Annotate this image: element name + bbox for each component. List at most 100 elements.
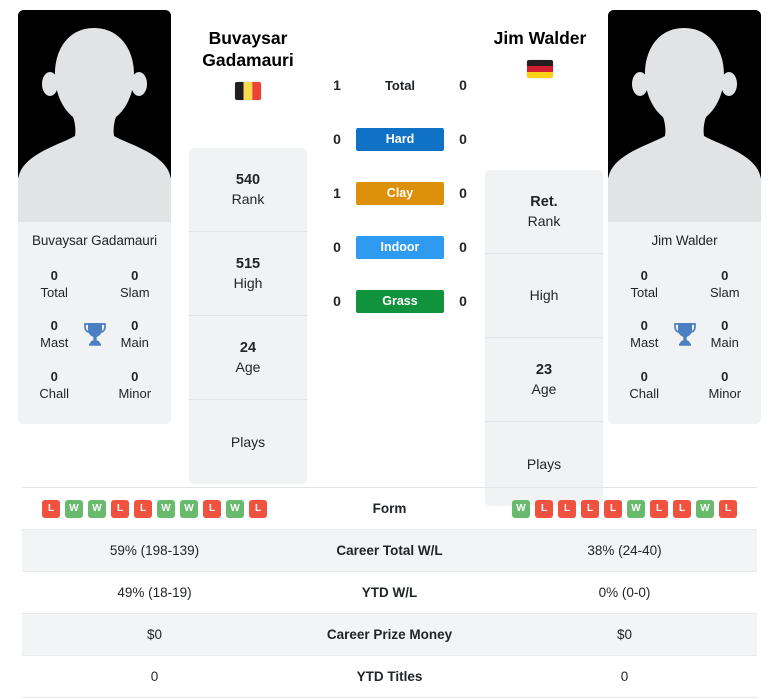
titles-row: 0 Mast 0 Main bbox=[608, 309, 761, 359]
trophy-icon bbox=[670, 322, 698, 347]
table-row-ytd-wl: 49% (18-19) YTD W/L 0% (0-0) bbox=[22, 572, 757, 614]
surface-pill-grass[interactable]: Grass bbox=[356, 289, 444, 313]
info-value: Ret. bbox=[530, 193, 558, 210]
surface-pill-indoor[interactable]: Indoor bbox=[356, 235, 444, 259]
row-label: Career Prize Money bbox=[326, 627, 453, 642]
player-last-name-left: Gadamauri bbox=[202, 49, 294, 70]
stat-value: 0 bbox=[640, 368, 648, 384]
stat-total-left: 0 Total bbox=[28, 267, 80, 301]
stat-minor-left: 0 Minor bbox=[109, 368, 161, 402]
stat-slam-left: 0 Slam bbox=[109, 267, 161, 301]
head-to-head-column: 1 Total 0 0 Hard 0 1 Clay 0 0 Indoor 0 0… bbox=[320, 58, 480, 328]
player-name-right: Jim Walder bbox=[608, 222, 761, 259]
player-header-right: Jim Walder bbox=[460, 28, 620, 78]
belgium-flag-icon bbox=[235, 81, 261, 100]
h2h-score-right: 0 bbox=[459, 185, 467, 201]
avatar-left bbox=[18, 10, 171, 222]
h2h-score-right: 0 bbox=[459, 293, 467, 309]
player-card-left[interactable]: Buvaysar Gadamauri 0 Total 0 Slam 0 Mast bbox=[18, 10, 171, 424]
info-age-right: 23 Age bbox=[485, 338, 603, 422]
h2h-score-right: 0 bbox=[459, 239, 467, 255]
info-age-left: 24 Age bbox=[189, 316, 307, 400]
row-value-right: 38% (24-40) bbox=[587, 543, 662, 558]
comparison-table: LWWLLWWLWL Form WLLLLWLLWL 59% (198-139)… bbox=[22, 487, 757, 698]
stat-main-left: 0 Main bbox=[109, 317, 161, 351]
player-header-name-right[interactable]: Jim Walder bbox=[460, 28, 620, 50]
form-badge-win: W bbox=[88, 499, 106, 518]
form-badge-loss: L bbox=[650, 499, 668, 518]
info-high-left: 515 High bbox=[189, 232, 307, 316]
row-label: Career Total W/L bbox=[336, 543, 443, 558]
player-comparison-area: Buvaysar Gadamauri 0 Total 0 Slam 0 Mast bbox=[0, 0, 779, 506]
surface-pill-clay[interactable]: Clay bbox=[356, 181, 444, 205]
row-label: Form bbox=[372, 501, 407, 516]
stat-mast-left: 0 Mast bbox=[28, 317, 80, 351]
form-badge-win: W bbox=[627, 499, 645, 518]
titles-grid-left: 0 Total 0 Slam 0 Mast 0 Main 0 Chall 0 M… bbox=[18, 259, 171, 424]
row-value-right: 0 bbox=[620, 669, 629, 684]
h2h-score-right: 0 bbox=[459, 131, 467, 147]
stat-value: 0 bbox=[721, 268, 729, 283]
stat-label: Slam bbox=[119, 285, 150, 301]
table-row-form: LWWLLWWLWL Form WLLLLWLLWL bbox=[22, 488, 757, 530]
surface-pill-hard[interactable]: Hard bbox=[356, 127, 444, 151]
stat-label: Main bbox=[120, 335, 149, 351]
info-column-right: Ret. Rank High 23 Age Plays bbox=[485, 170, 603, 506]
form-badge-win: W bbox=[226, 499, 244, 518]
form-badge-loss: L bbox=[604, 499, 622, 518]
info-rank-left: 540 Rank bbox=[189, 148, 307, 232]
form-badge-win: W bbox=[512, 499, 530, 518]
h2h-score-left: 1 bbox=[333, 77, 341, 93]
player-header-left: Buvaysar Gadamauri bbox=[168, 28, 328, 100]
h2h-score-left: 0 bbox=[333, 293, 341, 309]
row-value-left: 0 bbox=[150, 669, 159, 684]
info-label: Plays bbox=[230, 433, 266, 450]
row-label: YTD W/L bbox=[361, 585, 418, 600]
stat-value: 0 bbox=[50, 268, 58, 283]
h2h-score-left: 0 bbox=[333, 131, 341, 147]
avatar-right bbox=[608, 10, 761, 222]
titles-row: 0 Total 0 Slam bbox=[608, 259, 761, 309]
player-card-right[interactable]: Jim Walder 0 Total 0 Slam 0 Mast 0 Main … bbox=[608, 10, 761, 424]
form-badge-win: W bbox=[696, 499, 714, 518]
stat-value: 0 bbox=[640, 268, 648, 283]
stat-chall-right: 0 Chall bbox=[618, 368, 670, 402]
form-badges-right: WLLLLWLLWL bbox=[492, 499, 757, 518]
titles-row: 0 Chall 0 Minor bbox=[608, 360, 761, 410]
info-label: High bbox=[529, 287, 559, 304]
info-label: Rank bbox=[231, 190, 265, 207]
form-badges-left: LWWLLWWLWL bbox=[22, 499, 287, 518]
form-badge-loss: L bbox=[558, 499, 576, 518]
form-badge-loss: L bbox=[134, 499, 152, 518]
form-badge-loss: L bbox=[203, 499, 221, 518]
stat-label: Minor bbox=[708, 385, 742, 401]
stat-minor-right: 0 Minor bbox=[699, 368, 751, 402]
player-header-name-left[interactable]: Buvaysar Gadamauri bbox=[168, 28, 328, 72]
form-badge-loss: L bbox=[535, 499, 553, 518]
info-value: 23 bbox=[535, 361, 553, 378]
stat-label: Minor bbox=[118, 385, 152, 401]
stat-label: Chall bbox=[39, 385, 70, 401]
info-value: 515 bbox=[235, 255, 261, 272]
stat-mast-right: 0 Mast bbox=[618, 317, 670, 351]
h2h-score-right: 0 bbox=[459, 77, 467, 93]
titles-grid-right: 0 Total 0 Slam 0 Mast 0 Main 0 Chall 0 M… bbox=[608, 259, 761, 424]
titles-row: 0 Chall 0 Minor bbox=[18, 360, 171, 410]
info-plays-left: Plays bbox=[189, 400, 307, 484]
stat-chall-left: 0 Chall bbox=[28, 368, 80, 402]
form-badge-loss: L bbox=[111, 499, 129, 518]
form-badge-loss: L bbox=[581, 499, 599, 518]
row-value-right: $0 bbox=[616, 627, 633, 642]
info-column-left: 540 Rank 515 High 24 Age Plays bbox=[189, 148, 307, 484]
table-row-career-prize-money: $0 Career Prize Money $0 bbox=[22, 614, 757, 656]
form-badge-loss: L bbox=[249, 499, 267, 518]
info-value: 24 bbox=[239, 339, 257, 356]
h2h-row-clay: 1 Clay 0 bbox=[320, 166, 480, 220]
h2h-surface-label: Total bbox=[384, 77, 416, 93]
germany-flag-icon bbox=[527, 59, 553, 78]
info-label: Rank bbox=[527, 212, 561, 229]
h2h-row-indoor: 0 Indoor 0 bbox=[320, 220, 480, 274]
info-label: Plays bbox=[526, 455, 562, 472]
player-name-left: Buvaysar Gadamauri bbox=[18, 222, 171, 259]
stat-value: 0 bbox=[50, 368, 58, 384]
